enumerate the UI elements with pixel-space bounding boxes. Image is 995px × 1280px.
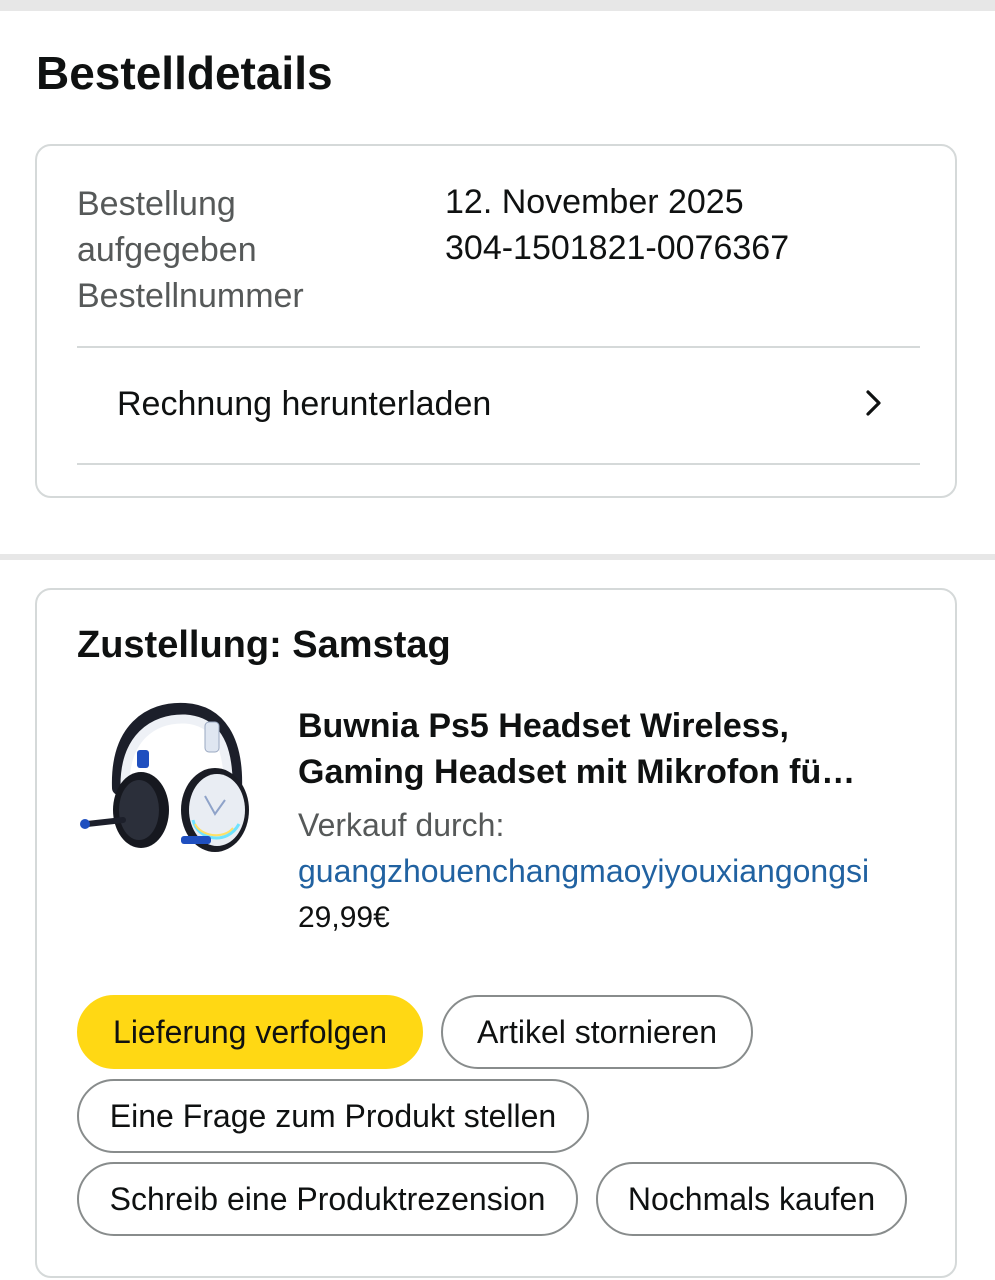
delivery-card: Zustellung: Samstag Buwnia Ps5 Headset W… xyxy=(35,588,957,1278)
seller-link[interactable]: guangzhouenchangmaoyiyouxiangongsi xyxy=(298,849,869,893)
product-price: 29,99€ xyxy=(298,901,390,934)
order-info-values: 12. November 2025 304-1501821-0076367 xyxy=(445,179,789,271)
order-date: 12. November 2025 xyxy=(445,183,744,221)
ask-product-question-button[interactable]: Eine Frage zum Produkt stellen xyxy=(77,1079,589,1153)
sold-by-label: Verkauf durch: xyxy=(298,807,505,843)
track-delivery-button[interactable]: Lieferung verfolgen xyxy=(77,995,423,1069)
headset-product-image[interactable] xyxy=(77,700,257,860)
delivery-status-title: Zustellung: Samstag xyxy=(77,624,451,666)
order-info-labels: Bestellung aufgegeben Bestellnummer xyxy=(77,181,407,319)
order-placed-label: Bestellung aufgegeben xyxy=(77,185,257,269)
product-title-line-1: Buwnia Ps5 Headset Wireless, xyxy=(298,707,790,745)
order-number: 304-1501821-0076367 xyxy=(445,229,790,267)
section-divider xyxy=(0,554,995,560)
top-divider xyxy=(0,0,995,11)
order-info-card: Bestellung aufgegeben Bestellnummer 12. … xyxy=(35,144,957,498)
order-number-label: Bestellnummer xyxy=(77,277,304,315)
cancel-item-button[interactable]: Artikel stornieren xyxy=(441,995,753,1069)
download-invoice-label: Rechnung herunterladen xyxy=(117,385,492,423)
download-invoice-row[interactable]: Rechnung herunterladen xyxy=(77,348,920,463)
write-review-button[interactable]: Schreib eine Produktrezension xyxy=(77,1162,578,1236)
chevron-right-icon xyxy=(866,390,881,416)
buy-again-button[interactable]: Nochmals kaufen xyxy=(596,1162,907,1236)
page-title: Bestelldetails xyxy=(36,47,333,99)
product-title[interactable]: Buwnia Ps5 Headset Wireless, Gaming Head… xyxy=(298,703,918,795)
divider xyxy=(77,463,920,465)
product-title-line-2: Gaming Headset mit Mikrofon fü… xyxy=(298,753,856,791)
